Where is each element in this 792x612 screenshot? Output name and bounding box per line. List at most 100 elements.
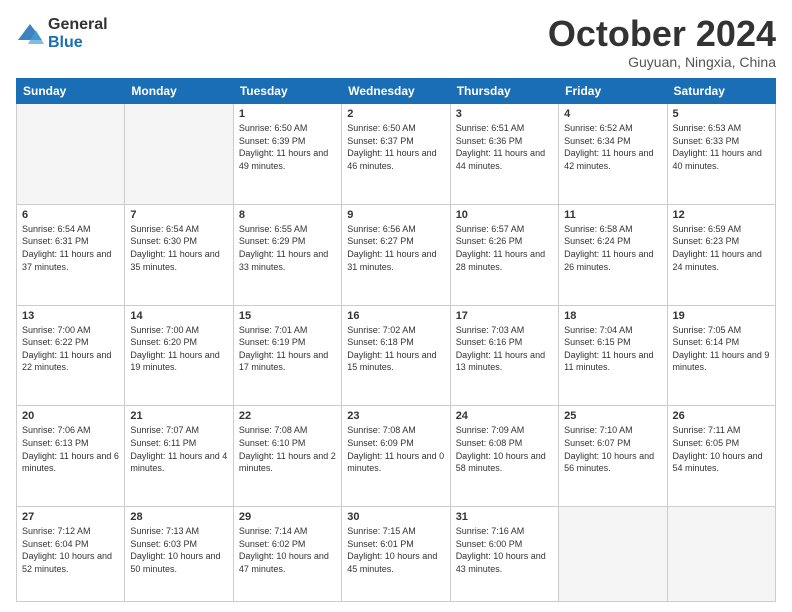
day-number: 10 — [456, 209, 553, 221]
day-number: 8 — [239, 209, 336, 221]
day-info: Sunrise: 7:01 AM Sunset: 6:19 PM Dayligh… — [239, 324, 336, 374]
table-row: 19 Sunrise: 7:05 AM Sunset: 6:14 PM Dayli… — [667, 305, 775, 406]
table-row: 21 Sunrise: 7:07 AM Sunset: 6:11 PM Dayli… — [125, 406, 233, 507]
table-row: 1Sunrise: 6:50 AM Sunset: 6:39 PM Daylig… — [233, 104, 341, 205]
header-monday: Monday — [125, 79, 233, 104]
day-number: 24 — [456, 410, 553, 422]
day-info: Sunrise: 7:14 AM Sunset: 6:02 PM Dayligh… — [239, 525, 336, 575]
day-info: Sunrise: 7:08 AM Sunset: 6:09 PM Dayligh… — [347, 424, 444, 474]
day-number: 31 — [456, 511, 553, 523]
day-info: Sunrise: 7:03 AM Sunset: 6:16 PM Dayligh… — [456, 324, 553, 374]
table-row: 23 Sunrise: 7:08 AM Sunset: 6:09 PM Dayli… — [342, 406, 450, 507]
day-number: 23 — [347, 410, 444, 422]
day-number: 16 — [347, 310, 444, 322]
day-info: Sunrise: 7:15 AM Sunset: 6:01 PM Dayligh… — [347, 525, 444, 575]
day-info: Sunrise: 6:57 AM Sunset: 6:26 PM Dayligh… — [456, 223, 553, 273]
header-friday: Friday — [559, 79, 667, 104]
logo-blue: Blue — [48, 34, 108, 52]
day-number: 19 — [673, 310, 770, 322]
page: General Blue October 2024 Guyuan, Ningxi… — [0, 0, 792, 612]
day-number: 4 — [564, 108, 661, 120]
table-row: 14 Sunrise: 7:00 AM Sunset: 6:20 PM Dayli… — [125, 305, 233, 406]
header-tuesday: Tuesday — [233, 79, 341, 104]
day-number: 30 — [347, 511, 444, 523]
day-info: Sunrise: 6:59 AM Sunset: 6:23 PM Dayligh… — [673, 223, 770, 273]
table-row: 18 Sunrise: 7:04 AM Sunset: 6:15 PM Dayli… — [559, 305, 667, 406]
day-info: Sunrise: 7:02 AM Sunset: 6:18 PM Dayligh… — [347, 324, 444, 374]
day-info: Sunrise: 7:06 AM Sunset: 6:13 PM Dayligh… — [22, 424, 119, 474]
table-row — [667, 507, 775, 602]
header-thursday: Thursday — [450, 79, 558, 104]
table-row: 20Sunrise: 7:06 AM Sunset: 6:13 PM Dayli… — [17, 406, 125, 507]
month-title: October 2024 — [548, 16, 776, 52]
day-info: Sunrise: 6:54 AM Sunset: 6:31 PM Dayligh… — [22, 223, 119, 273]
day-info: Sunrise: 6:51 AM Sunset: 6:36 PM Dayligh… — [456, 122, 553, 172]
day-number: 28 — [130, 511, 227, 523]
day-number: 25 — [564, 410, 661, 422]
day-number: 5 — [673, 108, 770, 120]
day-info: Sunrise: 6:56 AM Sunset: 6:27 PM Dayligh… — [347, 223, 444, 273]
day-number: 7 — [130, 209, 227, 221]
table-row: 2Sunrise: 6:50 AM Sunset: 6:37 PM Daylig… — [342, 104, 450, 205]
logo-icon — [16, 20, 44, 48]
header-saturday: Saturday — [667, 79, 775, 104]
table-row: 7Sunrise: 6:54 AM Sunset: 6:30 PM Daylig… — [125, 204, 233, 305]
table-row: 11 Sunrise: 6:58 AM Sunset: 6:24 PM Dayli… — [559, 204, 667, 305]
table-row: 5 Sunrise: 6:53 AM Sunset: 6:33 PM Daylig… — [667, 104, 775, 205]
table-row: 25 Sunrise: 7:10 AM Sunset: 6:07 PM Dayli… — [559, 406, 667, 507]
day-info: Sunrise: 7:09 AM Sunset: 6:08 PM Dayligh… — [456, 424, 553, 474]
table-row: 16 Sunrise: 7:02 AM Sunset: 6:18 PM Dayli… — [342, 305, 450, 406]
logo: General Blue — [16, 16, 108, 51]
day-info: Sunrise: 6:53 AM Sunset: 6:33 PM Dayligh… — [673, 122, 770, 172]
table-row: 29 Sunrise: 7:14 AM Sunset: 6:02 PM Dayli… — [233, 507, 341, 602]
table-row: 27 Sunrise: 7:12 AM Sunset: 6:04 PM Dayli… — [17, 507, 125, 602]
day-info: Sunrise: 6:52 AM Sunset: 6:34 PM Dayligh… — [564, 122, 661, 172]
day-info: Sunrise: 7:13 AM Sunset: 6:03 PM Dayligh… — [130, 525, 227, 575]
table-row: 4 Sunrise: 6:52 AM Sunset: 6:34 PM Daylig… — [559, 104, 667, 205]
day-info: Sunrise: 7:04 AM Sunset: 6:15 PM Dayligh… — [564, 324, 661, 374]
day-number: 26 — [673, 410, 770, 422]
table-row — [559, 507, 667, 602]
day-number: 17 — [456, 310, 553, 322]
table-row: 13Sunrise: 7:00 AM Sunset: 6:22 PM Dayli… — [17, 305, 125, 406]
day-info: Sunrise: 7:00 AM Sunset: 6:20 PM Dayligh… — [130, 324, 227, 374]
day-number: 9 — [347, 209, 444, 221]
day-number: 3 — [456, 108, 553, 120]
day-info: Sunrise: 7:12 AM Sunset: 6:04 PM Dayligh… — [22, 525, 119, 575]
day-info: Sunrise: 7:11 AM Sunset: 6:05 PM Dayligh… — [673, 424, 770, 474]
day-info: Sunrise: 7:00 AM Sunset: 6:22 PM Dayligh… — [22, 324, 119, 374]
day-number: 27 — [22, 511, 119, 523]
logo-general: General — [48, 16, 108, 34]
table-row — [17, 104, 125, 205]
table-row: 26 Sunrise: 7:11 AM Sunset: 6:05 PM Dayli… — [667, 406, 775, 507]
day-number: 12 — [673, 209, 770, 221]
header: General Blue October 2024 Guyuan, Ningxi… — [16, 16, 776, 70]
day-number: 6 — [22, 209, 119, 221]
day-number: 18 — [564, 310, 661, 322]
header-wednesday: Wednesday — [342, 79, 450, 104]
day-number: 21 — [130, 410, 227, 422]
day-info: Sunrise: 7:10 AM Sunset: 6:07 PM Dayligh… — [564, 424, 661, 474]
day-info: Sunrise: 7:05 AM Sunset: 6:14 PM Dayligh… — [673, 324, 770, 374]
day-number: 14 — [130, 310, 227, 322]
day-number: 11 — [564, 209, 661, 221]
table-row: 31Sunrise: 7:16 AM Sunset: 6:00 PM Dayli… — [450, 507, 558, 602]
logo-text: General Blue — [48, 16, 108, 51]
table-row: 10 Sunrise: 6:57 AM Sunset: 6:26 PM Dayli… — [450, 204, 558, 305]
day-number: 29 — [239, 511, 336, 523]
calendar-table: Sunday Monday Tuesday Wednesday Thursday… — [16, 78, 776, 602]
table-row: 12 Sunrise: 6:59 AM Sunset: 6:23 PM Dayli… — [667, 204, 775, 305]
table-row: 8 Sunrise: 6:55 AM Sunset: 6:29 PM Daylig… — [233, 204, 341, 305]
table-row: 30 Sunrise: 7:15 AM Sunset: 6:01 PM Dayli… — [342, 507, 450, 602]
day-info: Sunrise: 6:55 AM Sunset: 6:29 PM Dayligh… — [239, 223, 336, 273]
day-info: Sunrise: 6:58 AM Sunset: 6:24 PM Dayligh… — [564, 223, 661, 273]
table-row: 6 Sunrise: 6:54 AM Sunset: 6:31 PM Daylig… — [17, 204, 125, 305]
title-block: October 2024 Guyuan, Ningxia, China — [548, 16, 776, 70]
day-info: Sunrise: 7:07 AM Sunset: 6:11 PM Dayligh… — [130, 424, 227, 474]
header-sunday: Sunday — [17, 79, 125, 104]
day-info: Sunrise: 7:08 AM Sunset: 6:10 PM Dayligh… — [239, 424, 336, 474]
day-info: Sunrise: 6:50 AM Sunset: 6:37 PM Dayligh… — [347, 122, 444, 172]
day-number: 1 — [239, 108, 336, 120]
table-row: 3 Sunrise: 6:51 AM Sunset: 6:36 PM Daylig… — [450, 104, 558, 205]
calendar-header-row: Sunday Monday Tuesday Wednesday Thursday… — [17, 79, 776, 104]
